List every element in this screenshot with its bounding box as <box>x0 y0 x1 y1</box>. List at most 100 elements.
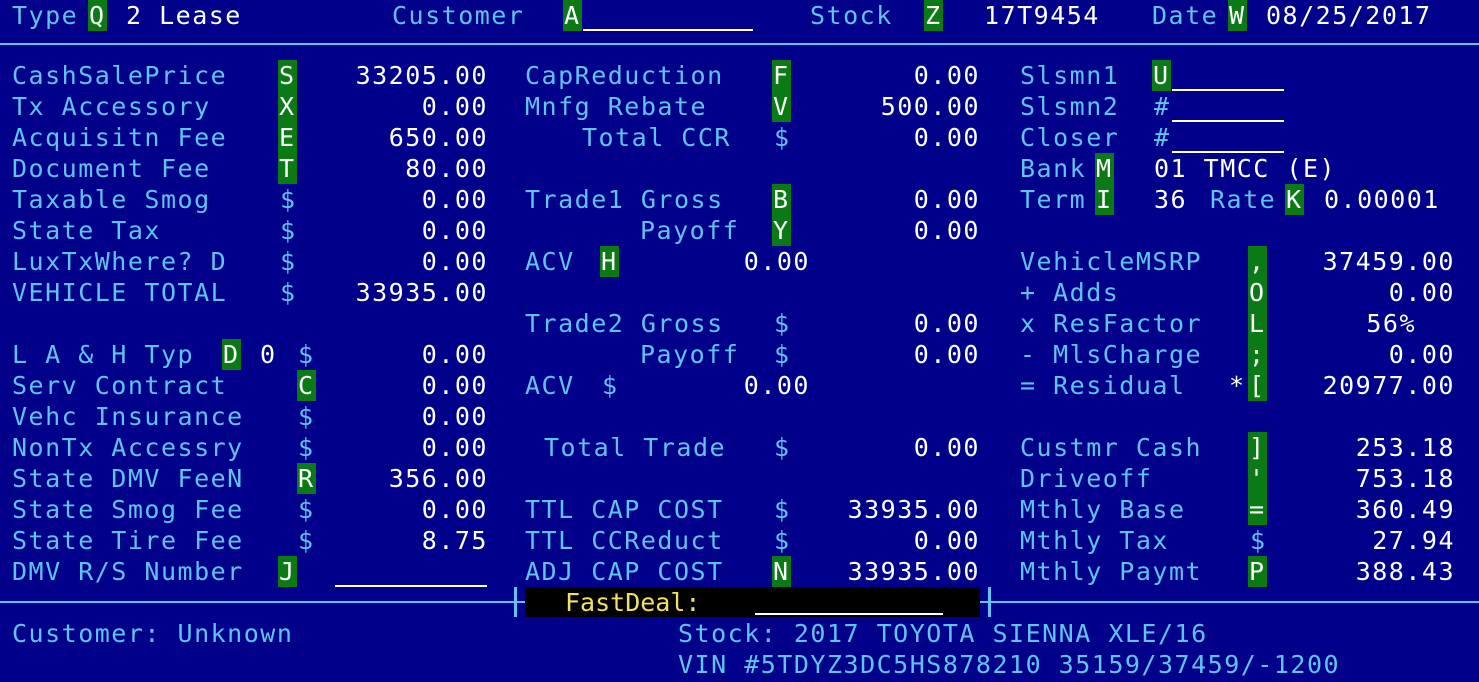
left-value-nontx-accessory: 0.00 <box>421 433 488 462</box>
fastdeal-input[interactable] <box>755 613 943 615</box>
left-value-serv-contract[interactable]: 0.00 <box>318 370 488 401</box>
stock-key[interactable]: Z <box>924 0 943 31</box>
right-value-mls-charge[interactable]: 0.00 <box>1285 339 1455 370</box>
right-residual-star: * <box>1229 371 1246 400</box>
left-dollar-lux-tax: $ <box>280 247 297 276</box>
slsmn1-key[interactable]: U <box>1152 60 1171 91</box>
rate-key[interactable]: K <box>1285 184 1304 215</box>
mid-value-trade1-acv[interactable]: 0.00 <box>640 246 810 277</box>
left-dollar-state-tax: $ <box>280 216 297 245</box>
right-label-vehicle-msrp: VehicleMSRP <box>1020 247 1203 276</box>
right-key-equals[interactable]: = <box>1248 494 1267 525</box>
type-key[interactable]: Q <box>88 0 107 31</box>
fastdeal-right-bracket <box>988 587 991 617</box>
right-key-close-bracket[interactable]: ] <box>1248 432 1267 463</box>
right-key-quote[interactable]: ' <box>1248 463 1267 494</box>
mid-value-adj-cap-cost[interactable]: 33935.00 <box>810 556 980 587</box>
mid-dollar-total-ccr: $ <box>774 123 791 152</box>
bank-key[interactable]: M <box>1095 153 1114 184</box>
mid-dollar-ttl-ccreduct: $ <box>774 526 791 555</box>
left-key-t[interactable]: T <box>278 153 297 184</box>
rate-value: 0.00001 <box>1324 185 1440 214</box>
left-value-lah: 0.00 <box>421 340 488 369</box>
date-value: 08/25/2017 <box>1266 1 1432 30</box>
left-key-d[interactable]: D <box>222 339 241 370</box>
right-key-p[interactable]: P <box>1248 556 1267 587</box>
mid-value-trade1-gross[interactable]: 0.00 <box>810 184 980 215</box>
mid-key-y[interactable]: Y <box>772 215 791 246</box>
left-key-j[interactable]: J <box>278 556 297 587</box>
right-key-bracket[interactable]: [ <box>1248 370 1267 401</box>
mid-dollar-trade2-gross: $ <box>774 309 791 338</box>
left-key-e[interactable]: E <box>278 122 297 153</box>
left-key-r[interactable]: R <box>297 463 316 494</box>
left-value-state-dmv-fee[interactable]: 356.00 <box>318 463 488 494</box>
left-value-acquisition-fee[interactable]: 650.00 <box>318 122 488 153</box>
left-key-c[interactable]: C <box>297 370 316 401</box>
mid-key-b[interactable]: B <box>772 184 791 215</box>
left-key-x[interactable]: X <box>278 91 297 122</box>
right-key-o[interactable]: O <box>1248 277 1267 308</box>
right-value-mthly-base[interactable]: 360.49 <box>1285 494 1455 525</box>
right-value-mthly-tax: 27.94 <box>1372 526 1455 555</box>
term-key[interactable]: I <box>1095 184 1114 215</box>
closer-input[interactable] <box>1172 124 1284 153</box>
slsmn2-input[interactable] <box>1172 93 1284 122</box>
closer-label: Closer <box>1020 123 1120 152</box>
left-label-nontx-accessory: NonTx Accessry <box>12 433 244 462</box>
left-value-taxable-smog: 0.00 <box>421 185 488 214</box>
right-value-driveoff[interactable]: 753.18 <box>1285 463 1455 494</box>
right-key-comma[interactable]: , <box>1248 246 1267 277</box>
mid-key-h[interactable]: H <box>600 246 619 277</box>
right-label-residual: = Residual <box>1020 371 1186 400</box>
mid-label-mnfg-rebate: Mnfg Rebate <box>525 92 708 121</box>
mid-value-ttl-ccreduct: 0.00 <box>913 526 980 555</box>
left-label-lux-tax: LuxTxWhere? D <box>12 247 228 276</box>
date-key[interactable]: W <box>1228 0 1247 31</box>
right-value-res-factor[interactable]: 56% <box>1246 308 1416 339</box>
footer-customer: Customer: Unknown <box>12 619 294 648</box>
right-value-adds[interactable]: 0.00 <box>1285 277 1455 308</box>
dmv-rs-number-input[interactable] <box>335 558 487 587</box>
fastdeal-label: FastDeal: <box>565 588 701 617</box>
right-value-mthly-paymt[interactable]: 388.43 <box>1285 556 1455 587</box>
stock-label: Stock <box>810 1 893 30</box>
mid-value-mnfg-rebate[interactable]: 500.00 <box>810 91 980 122</box>
right-value-custmr-cash[interactable]: 253.18 <box>1285 432 1455 463</box>
right-label-custmr-cash: Custmr Cash <box>1020 433 1203 462</box>
mid-key-v[interactable]: V <box>772 91 791 122</box>
term-label: Term <box>1020 185 1087 214</box>
left-key-s[interactable]: S <box>278 60 297 91</box>
left-label-taxable-smog: Taxable Smog <box>12 185 211 214</box>
left-value-tx-accessory[interactable]: 0.00 <box>318 91 488 122</box>
slsmn1-input[interactable] <box>1172 62 1284 91</box>
mid-dollar-trade2-payoff: $ <box>774 340 791 369</box>
mid-dollar-total-trade: $ <box>774 433 791 462</box>
left-label-vehicle-total: VEHICLE TOTAL <box>12 278 228 307</box>
left-value-cash-sale-price[interactable]: 33205.00 <box>318 60 488 91</box>
customer-key[interactable]: A <box>563 0 582 31</box>
mid-dollar-trade2-acv: $ <box>602 371 619 400</box>
mid-value-cap-reduction[interactable]: 0.00 <box>810 60 980 91</box>
mid-value-trade1-payoff[interactable]: 0.00 <box>810 215 980 246</box>
left-value-state-tax: 0.00 <box>421 216 488 245</box>
mid-key-n[interactable]: N <box>772 556 791 587</box>
right-label-res-factor: x ResFactor <box>1020 309 1203 338</box>
right-key-semicolon[interactable]: ; <box>1248 339 1267 370</box>
mid-key-f[interactable]: F <box>772 60 791 91</box>
left-value-document-fee[interactable]: 80.00 <box>318 153 488 184</box>
mid-label-total-trade: Total Trade <box>544 433 727 462</box>
slsmn2-key: # <box>1154 92 1171 121</box>
left-label-tx-accessory: Tx Accessory <box>12 92 211 121</box>
left-label-lah-type: L A & H Typ <box>12 340 195 369</box>
right-value-residual[interactable]: 20977.00 <box>1285 370 1455 401</box>
right-value-vehicle-msrp[interactable]: 37459.00 <box>1285 246 1455 277</box>
customer-input[interactable] <box>583 2 753 31</box>
left-lah-type-value: 0 <box>260 340 277 369</box>
left-label-serv-contract: Serv Contract <box>12 371 228 400</box>
customer-label: Customer <box>392 1 525 30</box>
bank-label: Bank <box>1020 154 1087 183</box>
fastdeal-box[interactable]: FastDeal: <box>525 587 980 617</box>
slsmn1-label: Slsmn1 <box>1020 61 1120 90</box>
right-label-mthly-tax: Mthly Tax <box>1020 526 1169 555</box>
